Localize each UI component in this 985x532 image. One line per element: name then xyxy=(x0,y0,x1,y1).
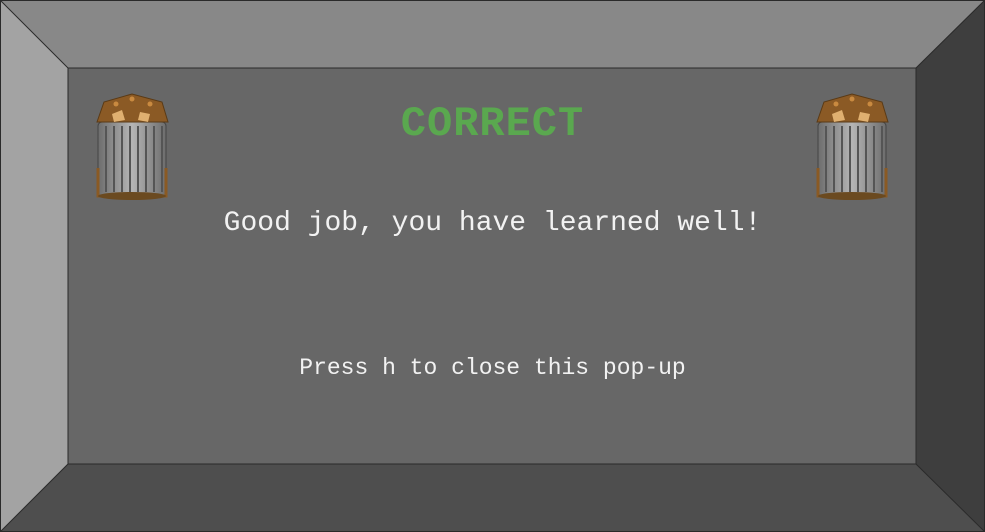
result-message: Good job, you have learned well! xyxy=(223,208,762,239)
popup-frame xyxy=(0,0,985,532)
result-title: CORRECT xyxy=(400,100,585,148)
result-popup: CORRECT Good job, you have learned well!… xyxy=(0,0,985,532)
close-hint: Press h to close this pop-up xyxy=(299,355,686,381)
